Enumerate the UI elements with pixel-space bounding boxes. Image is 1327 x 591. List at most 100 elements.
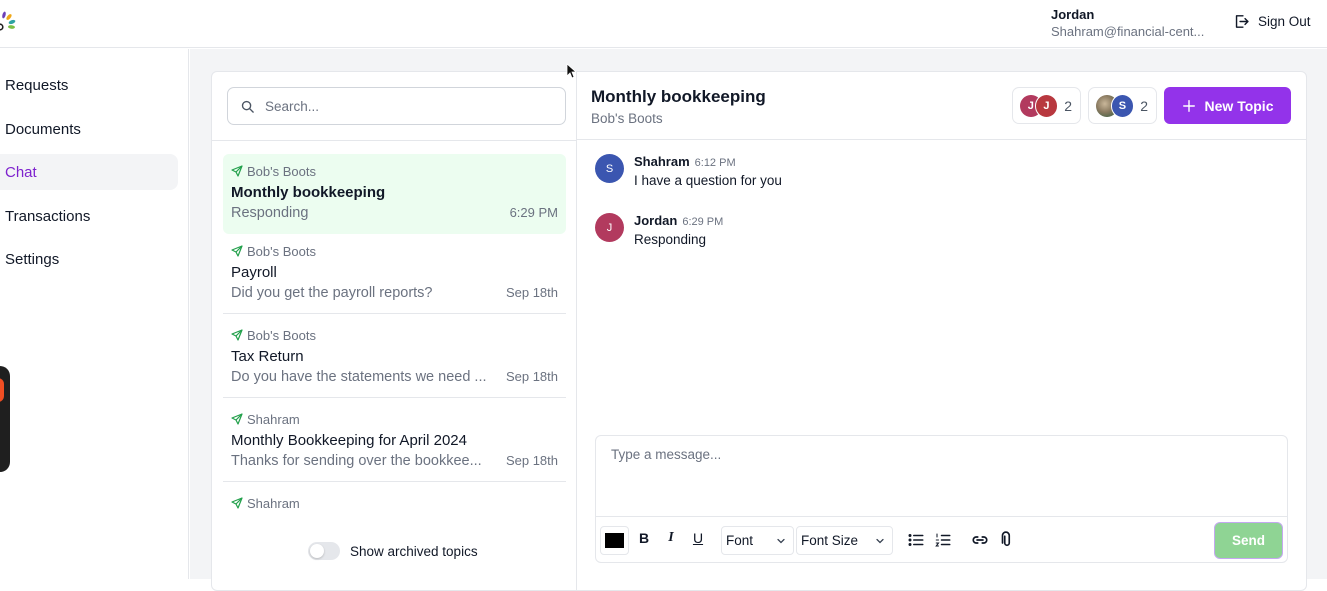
sidebar-item-label: Requests — [5, 76, 69, 94]
message-list: S Shahram 6:12 PM I have a question for … — [595, 154, 782, 272]
message-author: Shahram — [634, 154, 690, 169]
sidebar-item-label: Documents — [5, 120, 81, 138]
bullet-list-icon — [908, 534, 924, 546]
topic-client-name: Shahram — [247, 411, 300, 427]
participant-count: 2 — [1140, 97, 1148, 114]
sidebar-item-transactions[interactable]: Transactions — [0, 198, 178, 234]
topic-preview: Did you get the payroll reports? — [231, 285, 433, 301]
font-select[interactable]: Font — [721, 526, 794, 555]
user-name: Jordan — [1051, 7, 1095, 22]
send-icon — [231, 165, 243, 177]
participant-count: 2 — [1064, 97, 1072, 114]
bullet-list-button[interactable] — [907, 531, 925, 549]
show-archived-label: Show archived topics — [350, 543, 478, 559]
conversation-header: Monthly bookkeeping Bob's Boots J J 2 S … — [577, 72, 1307, 140]
numbered-list-button[interactable] — [934, 531, 952, 549]
show-archived-toggle[interactable] — [308, 542, 340, 560]
message-author: Jordan — [634, 213, 678, 228]
message-input[interactable] — [596, 436, 1287, 516]
message-text: Responding — [634, 232, 707, 247]
send-icon — [231, 329, 243, 341]
message: S Shahram 6:12 PM I have a question for … — [595, 154, 782, 188]
toggle-knob — [310, 544, 324, 558]
topic-client-name: Bob's Boots — [247, 327, 316, 343]
send-icon — [231, 245, 243, 257]
send-button[interactable]: Send — [1214, 522, 1283, 559]
numbered-list-icon — [935, 533, 951, 547]
formatting-toolbar: B I U Font Font Size Send — [596, 516, 1287, 563]
sign-out-button[interactable]: Sign Out — [1233, 13, 1311, 30]
topic-title: Monthly bookkeeping — [231, 184, 386, 201]
sidebar: Requests Documents Chat Transactions Set… — [0, 49, 189, 579]
underline-button[interactable]: U — [690, 530, 706, 546]
link-button[interactable] — [971, 531, 989, 549]
client-participants-button[interactable]: S 2 — [1088, 87, 1157, 124]
font-size-select-value: Font Size — [801, 533, 859, 548]
font-size-select[interactable]: Font Size — [796, 526, 893, 555]
sidebar-item-requests[interactable]: Requests — [0, 67, 178, 103]
user-email: Shahram@financial-cent... — [1051, 24, 1205, 39]
new-topic-button[interactable]: New Topic — [1164, 87, 1291, 124]
sidebar-item-documents[interactable]: Documents — [0, 111, 178, 147]
link-icon — [972, 536, 988, 544]
italic-button[interactable]: I — [663, 530, 679, 546]
topic-time: Sep 18th — [505, 369, 558, 384]
paperclip-icon — [1001, 531, 1011, 547]
conversation-subtitle: Bob's Boots — [591, 111, 663, 126]
chevron-down-icon — [876, 538, 884, 543]
mouse-cursor-icon — [566, 63, 576, 79]
sign-out-label: Sign Out — [1258, 14, 1311, 29]
attach-button[interactable] — [998, 531, 1016, 549]
message-time: 6:12 PM — [694, 157, 736, 169]
team-participants-button[interactable]: J J 2 — [1012, 87, 1081, 124]
topic-title: Tax Return — [231, 348, 304, 365]
topic-preview: Thanks for sending over the bookkee... — [231, 453, 482, 469]
topic-time: Sep 18th — [505, 453, 558, 468]
topic-client-name: Bob's Boots — [247, 163, 316, 179]
topic-client: Bob's Boots — [231, 327, 558, 343]
topic-time: Sep 18th — [505, 285, 558, 300]
sidebar-item-label: Chat — [5, 163, 37, 181]
message-text: I have a question for you — [634, 173, 782, 188]
chat-card: Bob's Boots Monthly bookkeeping Respondi… — [211, 71, 1307, 591]
divider — [212, 140, 577, 141]
search-input[interactable] — [265, 98, 555, 114]
top-bar: Jordan Shahram@financial-cent... Sign Ou… — [0, 0, 1327, 48]
bold-button[interactable]: B — [636, 530, 652, 546]
topic-preview: Do you have the statements we need ... — [231, 369, 487, 385]
topic-client: Shahram — [231, 495, 558, 511]
topic-preview: Responding — [231, 205, 309, 221]
topic-item[interactable]: Bob's Boots Monthly bookkeeping Respondi… — [223, 154, 566, 234]
topic-client: Bob's Boots — [231, 163, 558, 179]
sign-out-icon — [1235, 15, 1249, 28]
sidebar-item-label: Transactions — [5, 207, 91, 225]
archived-toggle-row: Show archived topics — [308, 542, 478, 560]
user-info: Jordan Shahram@financial-cent... — [1051, 7, 1204, 40]
conversation-title: Monthly bookkeeping — [591, 87, 766, 106]
topic-title: Payroll — [231, 264, 277, 281]
message: J Jordan 6:29 PM Responding — [595, 213, 782, 247]
conversation-panel: Monthly bookkeeping Bob's Boots J J 2 S … — [577, 72, 1307, 590]
sidebar-item-label: Settings — [5, 250, 60, 268]
avatar: J — [595, 213, 624, 242]
font-select-value: Font — [726, 533, 754, 548]
app-logo[interactable] — [0, 10, 20, 34]
topic-item[interactable]: Shahram Monthly Bookkeeping for April 20… — [223, 402, 566, 482]
topic-client-name: Shahram — [247, 495, 300, 511]
avatar: S — [595, 154, 624, 183]
topic-item[interactable]: Bob's Boots Tax Return Do you have the s… — [223, 318, 566, 398]
topic-list: Bob's Boots Monthly bookkeeping Respondi… — [223, 154, 566, 570]
send-icon — [231, 497, 243, 509]
sidebar-item-chat[interactable]: Chat — [0, 154, 178, 190]
text-color-picker[interactable] — [600, 526, 629, 555]
sidebar-item-settings[interactable]: Settings — [0, 241, 178, 277]
search-icon — [241, 100, 254, 113]
avatar: S — [1110, 93, 1135, 118]
topic-item[interactable]: Bob's Boots Payroll Did you get the payr… — [223, 234, 566, 314]
topics-panel: Bob's Boots Monthly bookkeeping Respondi… — [212, 72, 577, 590]
search-box[interactable] — [227, 87, 566, 125]
message-time: 6:29 PM — [682, 216, 724, 228]
topic-client: Shahram — [231, 411, 558, 427]
send-icon — [231, 413, 243, 425]
plus-icon — [1182, 99, 1195, 112]
